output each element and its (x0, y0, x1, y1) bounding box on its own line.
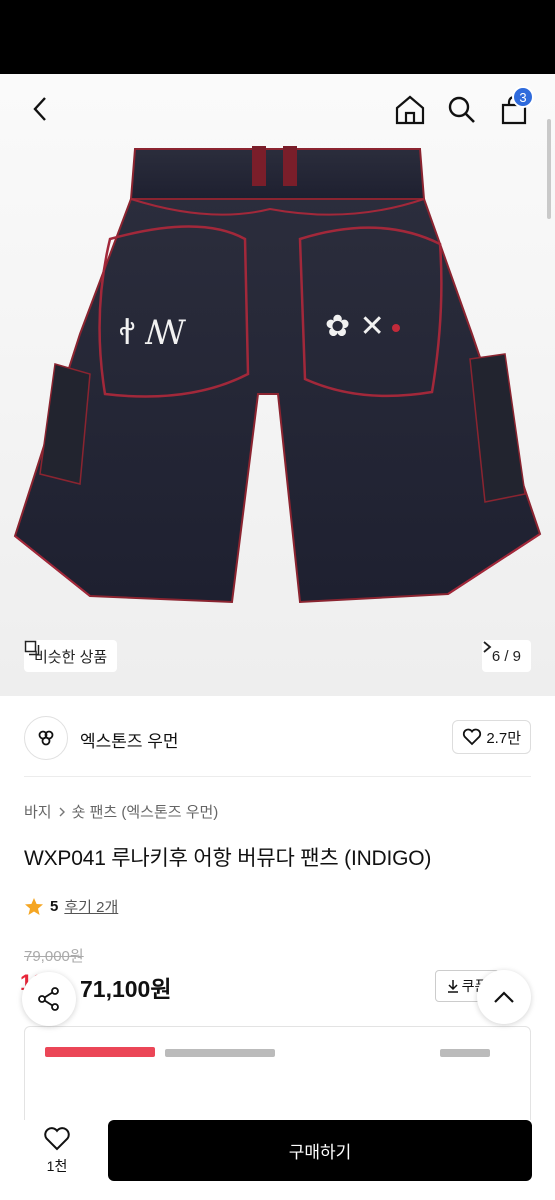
reviews-link[interactable]: 후기 2개 (64, 896, 118, 917)
star-icon (25, 897, 43, 915)
share-button[interactable] (22, 972, 76, 1026)
scroll-top-button[interactable] (477, 970, 531, 1024)
chevron-right-icon (483, 641, 492, 653)
home-icon (395, 95, 425, 125)
svg-text:✿ ✕: ✿ ✕ (325, 309, 385, 344)
rating-value: 5 (50, 898, 59, 915)
brand-name[interactable]: 엑스톤즈 우먼 (80, 727, 179, 752)
sale-price: 71,100원 (80, 976, 172, 1002)
breadcrumb: 바지 숏 팬츠 (엑스톤즈 우먼) (24, 801, 218, 822)
wishlist-count: 1천 (46, 1158, 68, 1174)
benefit-highlight (45, 1047, 155, 1057)
buy-button[interactable]: 구매하기 (108, 1120, 532, 1181)
benefit-link (440, 1049, 490, 1057)
home-button[interactable] (392, 92, 428, 128)
similar-label: 비슷한 상품 (34, 648, 108, 666)
bottom-purchase-bar: 1천 구매하기 (0, 1120, 555, 1200)
share-icon (38, 987, 59, 1011)
brand-row[interactable]: 엑스톤즈 우먼 2.7만 (24, 716, 531, 760)
cart-button[interactable]: 3 (494, 86, 534, 128)
breadcrumb-category[interactable]: 바지 (24, 801, 52, 822)
heart-icon (463, 728, 482, 746)
chevron-left-icon (33, 97, 46, 121)
divider (24, 776, 531, 777)
brand-like-button[interactable]: 2.7만 (452, 720, 531, 754)
benefit-box[interactable] (24, 1026, 531, 1120)
counter-text: 6 / 9 (491, 647, 521, 665)
benefit-text (165, 1049, 275, 1057)
product-image[interactable]: ꬷ ꟿ ✿ ✕ 비슷한 상품 6 / 9 (0, 74, 555, 696)
chevron-up-icon (494, 991, 514, 1003)
cart-count-badge: 3 (512, 86, 534, 108)
shorts-photo: ꬷ ꟿ ✿ ✕ (13, 146, 542, 604)
similar-icon (24, 640, 40, 656)
top-nav: 3 (0, 74, 555, 146)
search-button[interactable] (444, 92, 480, 128)
search-icon (448, 96, 475, 123)
brand-logo-icon (38, 730, 54, 746)
product-detail-screen: ꬷ ꟿ ✿ ✕ 비슷한 상품 6 / 9 3 엑스톤즈 우먼 2.7만 바지 숏… (0, 74, 555, 1120)
heart-icon (44, 1127, 70, 1151)
back-button[interactable] (24, 92, 58, 126)
product-title: WXP041 루나키후 어항 버뮤다 팬츠 (INDIGO) (24, 847, 432, 870)
chevron-right-icon (59, 807, 65, 816)
svg-text:ꬷ ꟿ: ꬷ ꟿ (119, 313, 186, 353)
breadcrumb-subcategory[interactable]: 숏 팬츠 (엑스톤즈 우먼) (72, 801, 219, 822)
brand-likes-count: 2.7만 (486, 729, 521, 747)
download-icon (447, 980, 458, 993)
status-bar (0, 0, 555, 74)
similar-products-button[interactable]: 비슷한 상품 (24, 640, 118, 672)
original-price: 79,000원 (24, 948, 84, 965)
wishlist-button[interactable]: 1천 (30, 1126, 84, 1186)
scrollbar[interactable] (547, 119, 551, 219)
rating-row: 5 후기 2개 (24, 896, 118, 917)
brand-logo[interactable] (24, 716, 68, 760)
image-counter[interactable]: 6 / 9 (481, 640, 531, 672)
